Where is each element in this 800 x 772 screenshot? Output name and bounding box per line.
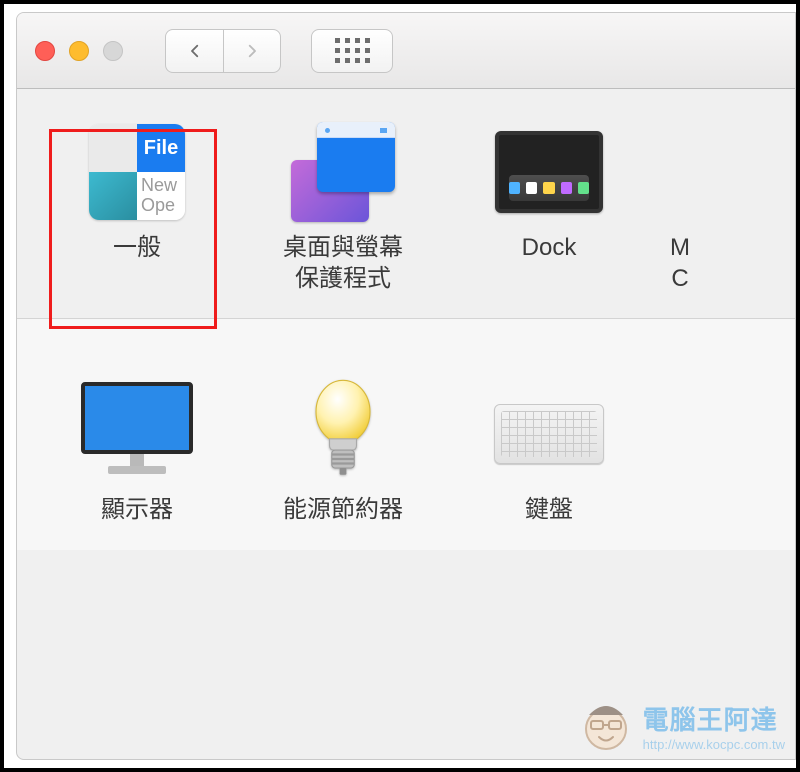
watermark-face-icon [579,699,633,753]
pref-keyboard-label: 鍵盤 [525,495,573,526]
pref-energy-saver-label: 能源節約器 [283,495,403,526]
nav-segmented-control [165,29,281,73]
screenshot-frame: File NewOpe 一般 [0,0,800,772]
window-close-button[interactable] [35,41,55,61]
dock-icon [495,131,603,213]
show-all-button[interactable] [311,29,393,73]
pref-keyboard[interactable]: 鍵盤 [469,379,629,526]
window-traffic-lights [35,41,123,61]
grid-icon [335,38,370,63]
forward-button[interactable] [223,29,281,73]
window-zoom-button[interactable] [103,41,123,61]
window-toolbar [17,13,795,89]
chevron-right-icon [243,42,261,60]
pref-dock-label: Dock [522,233,577,264]
prefs-row-2: 顯示器 [17,319,795,550]
back-button[interactable] [165,29,223,73]
watermark: 電腦王阿達 http://www.kocpc.com.tw [579,699,785,753]
keyboard-icon [494,404,604,464]
chevron-left-icon [186,42,204,60]
system-preferences-window: File NewOpe 一般 [16,12,796,760]
displays-icon [81,382,193,486]
pref-dock[interactable]: Dock [469,117,629,264]
pref-desktop-screensaver-label: 桌面與螢幕 保護程式 [283,233,403,294]
desktop-screensaver-icon [291,122,395,222]
watermark-title: 電腦王阿達 [643,700,785,737]
annotation-highlight [49,129,217,329]
pref-energy-saver[interactable]: 能源節約器 [253,379,433,526]
watermark-url: http://www.kocpc.com.tw [643,737,785,752]
pref-displays-label: 顯示器 [101,495,173,526]
pref-displays[interactable]: 顯示器 [57,379,217,526]
window-minimize-button[interactable] [69,41,89,61]
pref-mission-control[interactable]: MC [665,117,695,294]
lightbulb-icon [307,377,379,492]
pref-mission-control-label: MC [670,233,690,294]
pref-desktop-screensaver[interactable]: 桌面與螢幕 保護程式 [253,117,433,294]
